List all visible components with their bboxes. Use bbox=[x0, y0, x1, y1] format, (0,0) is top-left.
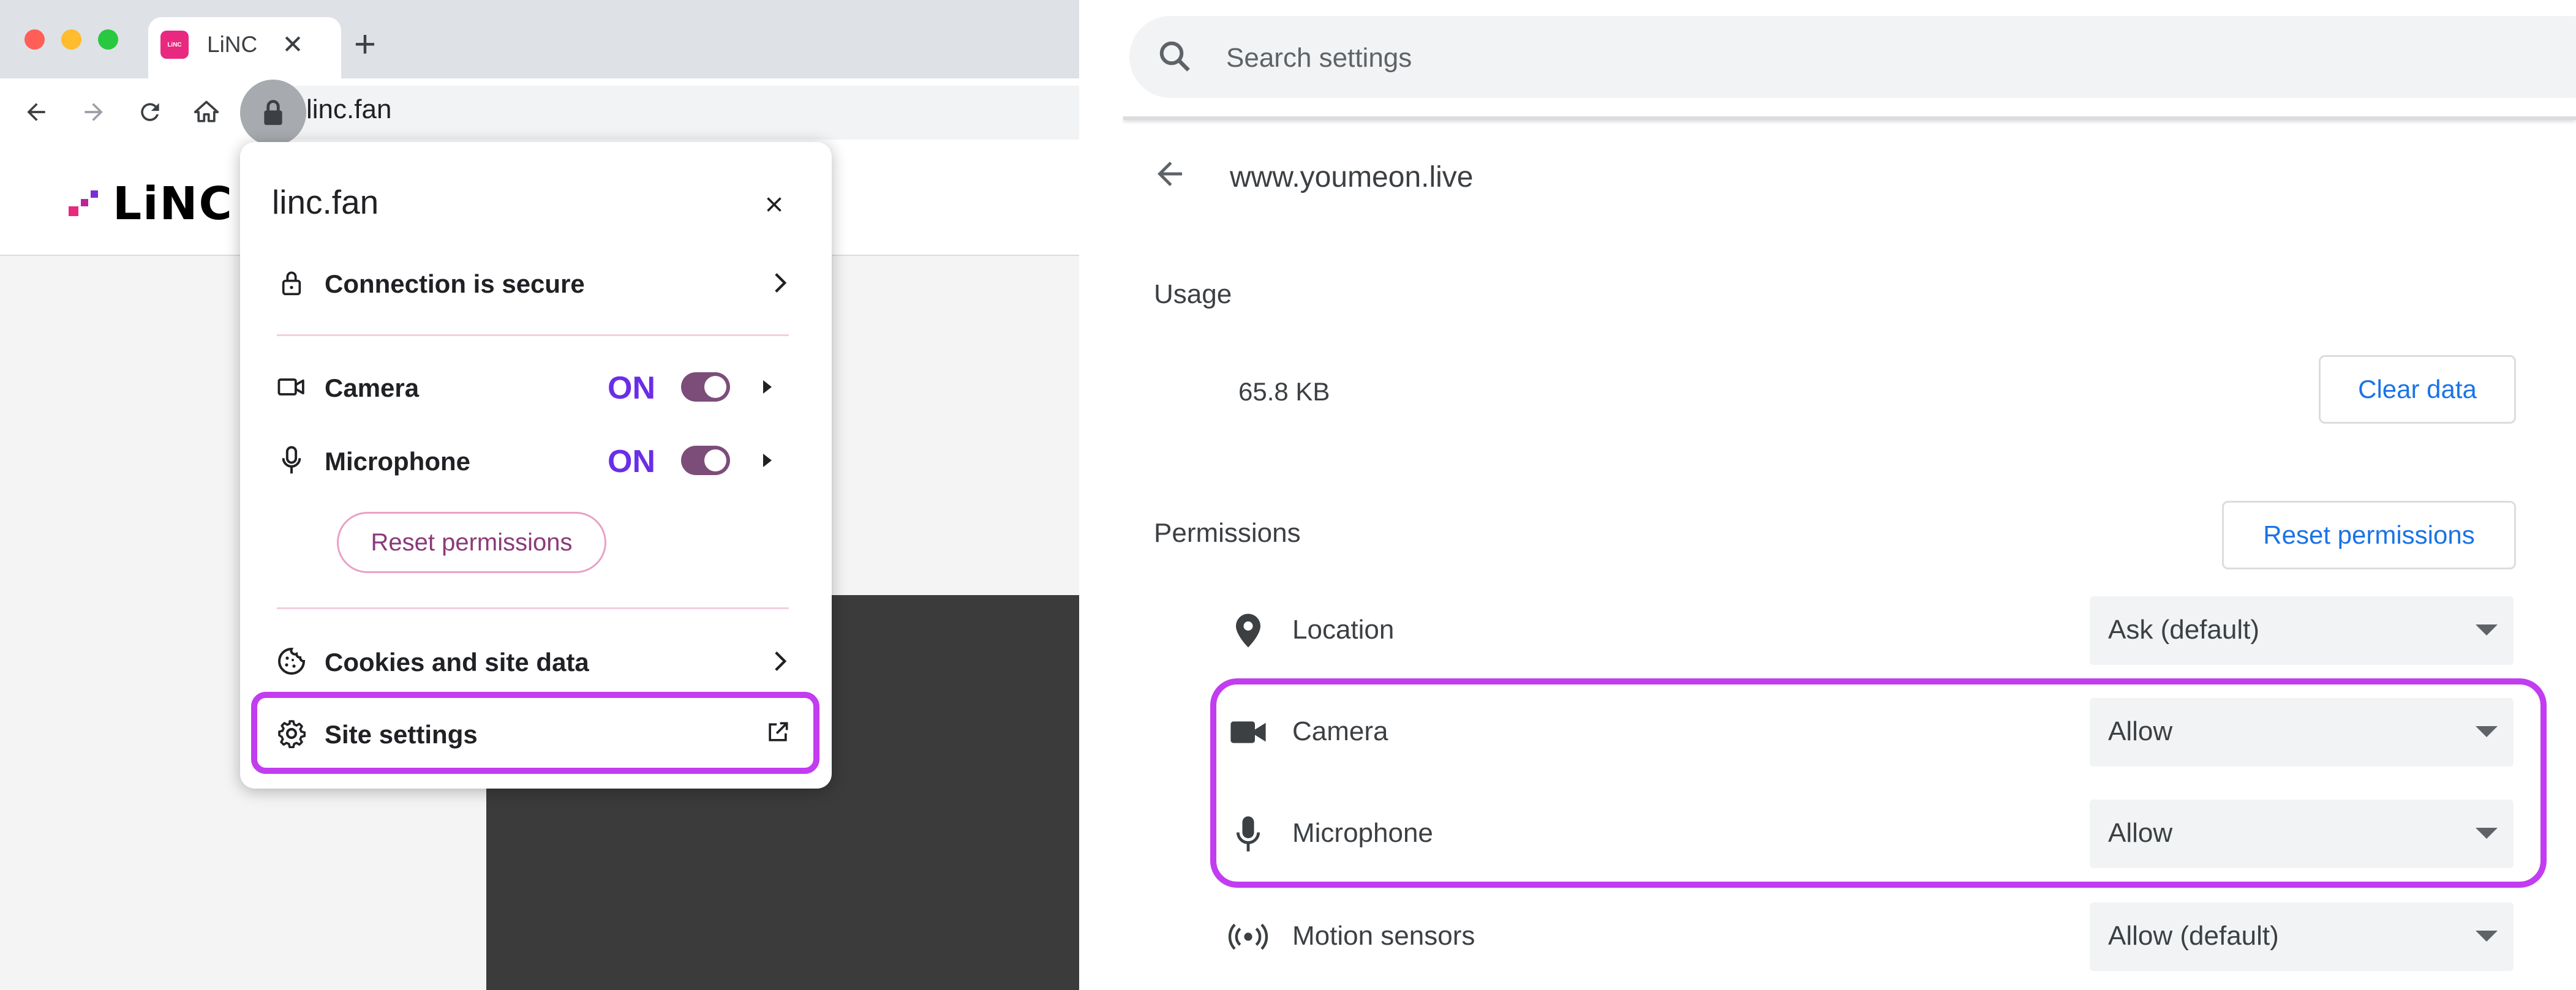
camera-expand-icon[interactable] bbox=[763, 380, 772, 394]
browser-window: LiNC LiNC ✕ + linc.fan LiNC linc.fan Con… bbox=[0, 0, 1079, 990]
lock-outline-icon bbox=[273, 264, 310, 301]
permissions-section-title: Permissions bbox=[1154, 518, 1301, 548]
close-icon bbox=[767, 197, 781, 212]
camera-toggle[interactable] bbox=[681, 372, 730, 402]
microphone-toggle[interactable] bbox=[681, 446, 730, 475]
close-window-button[interactable] bbox=[24, 29, 45, 50]
site-settings-highlight bbox=[251, 692, 819, 774]
popup-close-button[interactable] bbox=[752, 182, 796, 227]
browser-toolbar: linc.fan bbox=[0, 78, 1079, 147]
microphone-expand-icon[interactable] bbox=[763, 454, 772, 467]
microphone-permission-row: Microphone ON bbox=[265, 433, 807, 487]
connection-label: Connection is secure bbox=[325, 269, 585, 298]
cookies-row[interactable]: Cookies and site data bbox=[265, 634, 807, 688]
popup-divider bbox=[277, 607, 789, 609]
maximize-window-button[interactable] bbox=[98, 29, 118, 50]
forward-button[interactable] bbox=[73, 92, 114, 132]
site-logo[interactable]: LiNC bbox=[67, 178, 233, 230]
lock-icon bbox=[264, 100, 282, 126]
location-select[interactable]: Ask (default) bbox=[2090, 596, 2514, 665]
permission-row-motion-sensors: Motion sensors Allow (default) bbox=[1226, 902, 2525, 971]
microphone-state: ON bbox=[608, 444, 655, 479]
site-info-popup: linc.fan Connection is secure Camera ON bbox=[240, 142, 832, 789]
usage-value: 65.8 KB bbox=[1238, 377, 1330, 406]
motion-sensors-icon bbox=[1226, 915, 1270, 959]
back-arrow-icon bbox=[1158, 162, 1182, 186]
search-placeholder: Search settings bbox=[1226, 43, 1412, 73]
chevron-right-icon bbox=[767, 269, 794, 296]
site-logo-text: LiNC bbox=[113, 178, 233, 230]
home-icon bbox=[194, 100, 219, 122]
linc-logo-mark-icon bbox=[69, 190, 98, 216]
reset-permissions-button[interactable]: Reset permissions bbox=[337, 512, 606, 573]
motion-sensors-select[interactable]: Allow (default) bbox=[2090, 902, 2514, 971]
tab-strip: LiNC LiNC ✕ + bbox=[0, 0, 1079, 78]
tab-title: LiNC bbox=[207, 32, 258, 57]
location-pin-icon bbox=[1226, 609, 1270, 653]
cookie-icon bbox=[273, 643, 310, 680]
microphone-label: Microphone bbox=[325, 447, 470, 476]
connection-row[interactable]: Connection is secure bbox=[265, 256, 807, 310]
microphone-outline-icon bbox=[273, 442, 310, 479]
usage-section-title: Usage bbox=[1154, 279, 1232, 309]
search-input[interactable]: Search settings bbox=[1129, 16, 2576, 98]
back-button[interactable] bbox=[1151, 156, 1188, 192]
header-divider bbox=[1123, 116, 2576, 120]
location-label: Location bbox=[1292, 615, 1395, 645]
popup-divider bbox=[277, 334, 789, 336]
camera-outline-icon bbox=[273, 369, 310, 405]
location-select-value: Ask (default) bbox=[2108, 615, 2259, 645]
reload-button[interactable] bbox=[130, 92, 170, 132]
chevron-down-icon bbox=[2476, 931, 2498, 942]
camera-label: Camera bbox=[325, 373, 420, 402]
back-button[interactable] bbox=[16, 92, 56, 132]
popup-title: linc.fan bbox=[272, 183, 379, 221]
permission-row-location: Location Ask (default) bbox=[1226, 596, 2525, 665]
reset-permissions-button[interactable]: Reset permissions bbox=[2222, 501, 2516, 569]
new-tab-button[interactable]: + bbox=[347, 23, 383, 66]
settings-page: Search settings www.youmeon.live Usage 6… bbox=[1079, 0, 2576, 990]
camera-microphone-highlight bbox=[1210, 678, 2547, 888]
motion-sensors-label: Motion sensors bbox=[1292, 921, 1475, 951]
browser-tab[interactable]: LiNC LiNC ✕ bbox=[148, 17, 341, 78]
site-origin-title: www.youmeon.live bbox=[1230, 161, 1474, 193]
search-icon bbox=[1156, 38, 1193, 75]
tab-close-button[interactable]: ✕ bbox=[274, 26, 311, 62]
chevron-right-icon bbox=[767, 648, 794, 675]
site-info-button[interactable] bbox=[240, 80, 306, 146]
cookies-label: Cookies and site data bbox=[325, 648, 589, 677]
camera-permission-row: Camera ON bbox=[265, 360, 807, 414]
back-arrow-icon bbox=[27, 103, 45, 121]
motion-sensors-select-value: Allow (default) bbox=[2108, 921, 2279, 951]
tab-favicon: LiNC bbox=[160, 31, 189, 59]
chevron-down-icon bbox=[2476, 624, 2498, 636]
forward-arrow-icon bbox=[85, 103, 103, 121]
clear-data-button[interactable]: Clear data bbox=[2319, 355, 2516, 424]
minimize-window-button[interactable] bbox=[61, 29, 81, 50]
reload-icon bbox=[141, 103, 159, 121]
home-button[interactable] bbox=[186, 92, 227, 132]
camera-state: ON bbox=[608, 370, 655, 406]
url-text[interactable]: linc.fan bbox=[306, 94, 391, 125]
